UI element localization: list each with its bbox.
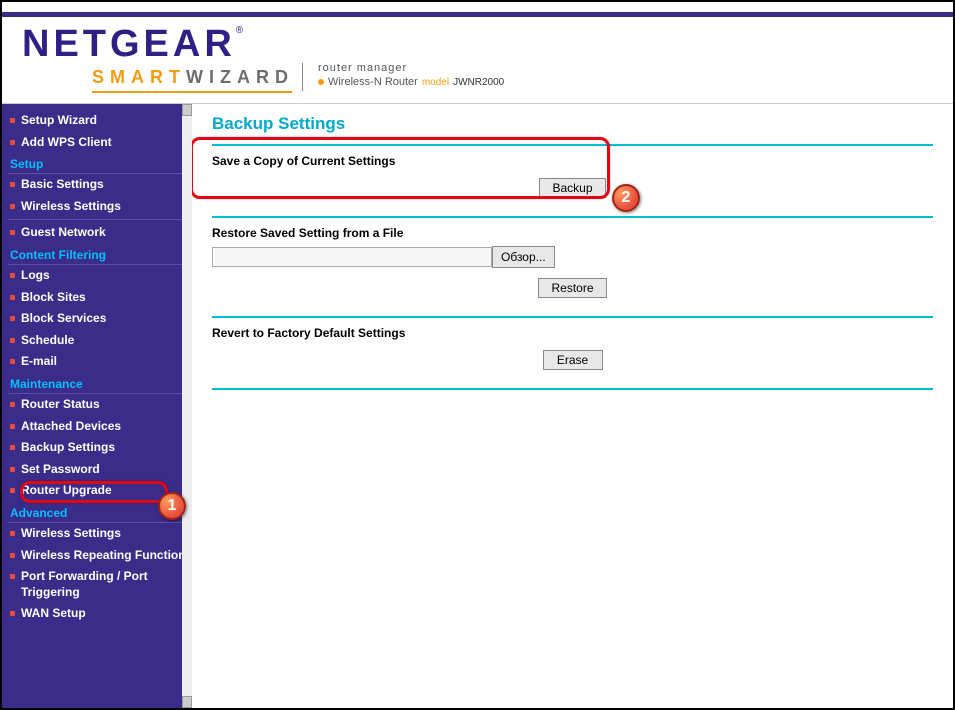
model-label: model (422, 77, 449, 88)
divider (212, 216, 933, 218)
section-title-revert: Revert to Factory Default Settings (212, 326, 933, 340)
sidebar-item-label: E-mail (21, 354, 57, 370)
sidebar-heading-setup: Setup (8, 153, 192, 174)
section-restore: Restore Saved Setting from a File Обзор.… (212, 226, 933, 308)
header-subtitle: router manager (318, 62, 504, 74)
browse-button[interactable]: Обзор... (492, 246, 555, 268)
bullet-icon (10, 140, 15, 145)
bullet-icon (10, 359, 15, 364)
netgear-logo: NETGEAR® (22, 25, 243, 63)
sidebar-item-email[interactable]: E-mail (8, 351, 192, 373)
sidebar-item-label: Wireless Repeating Function (21, 548, 186, 564)
sidebar-item-label: Basic Settings (21, 177, 104, 193)
file-path-input[interactable] (212, 247, 492, 267)
sidebar-item-label: Attached Devices (21, 419, 121, 435)
model-name: JWNR2000 (453, 77, 504, 88)
sidebar-item-wan-setup[interactable]: WAN Setup (8, 603, 192, 625)
section-title-save: Save a Copy of Current Settings (212, 154, 933, 168)
bullet-icon (10, 424, 15, 429)
backup-button[interactable]: Backup (539, 178, 605, 198)
page-title: Backup Settings (212, 114, 933, 134)
sidebar-item-label: Port Forwarding / Port Triggering (21, 569, 192, 600)
sidebar-item-wireless-repeating[interactable]: Wireless Repeating Function (8, 545, 192, 567)
sidebar-item-router-upgrade[interactable]: Router Upgrade (8, 480, 192, 502)
bullet-icon (10, 118, 15, 123)
bullet-icon (10, 467, 15, 472)
sidebar-item-block-services[interactable]: Block Services (8, 308, 192, 330)
sidebar-item-label: Add WPS Client (21, 135, 112, 151)
erase-button[interactable]: Erase (543, 350, 603, 370)
bullet-icon (10, 230, 15, 235)
bullet-icon (10, 338, 15, 343)
scroll-down-icon[interactable] (182, 696, 192, 708)
sidebar-item-label: Schedule (21, 333, 74, 349)
smart-text: SMART (92, 67, 186, 88)
content-area: Backup Settings Save a Copy of Current S… (192, 104, 953, 708)
sidebar-scrollbar[interactable] (182, 104, 192, 708)
sidebar-item-label: Block Sites (21, 290, 86, 306)
sidebar-item-label: Router Status (21, 397, 100, 413)
sidebar-item-label: Guest Network (21, 225, 106, 241)
bullet-icon (10, 295, 15, 300)
divider (8, 219, 192, 220)
bullet-icon (10, 182, 15, 187)
bullet-icon (10, 402, 15, 407)
sidebar-item-label: Wireless Settings (21, 199, 121, 215)
bullet-icon (10, 553, 15, 558)
sidebar-item-port-forwarding[interactable]: Port Forwarding / Port Triggering (8, 566, 192, 603)
sidebar-item-router-status[interactable]: Router Status (8, 394, 192, 416)
sidebar-item-label: Block Services (21, 311, 106, 327)
bullet-icon (10, 204, 15, 209)
sidebar-heading-advanced: Advanced (8, 502, 192, 523)
sidebar-item-backup-settings[interactable]: Backup Settings (8, 437, 192, 459)
sidebar-item-logs[interactable]: Logs (8, 265, 192, 287)
bullet-icon (10, 445, 15, 450)
divider (212, 144, 933, 146)
sidebar-item-basic-settings[interactable]: Basic Settings (8, 174, 192, 196)
header: NETGEAR® SMARTWIZARD router manager Wire… (2, 17, 953, 103)
sidebar-item-label: Wireless Settings (21, 526, 121, 542)
sidebar-item-attached-devices[interactable]: Attached Devices (8, 416, 192, 438)
sidebar-item-label: WAN Setup (21, 606, 86, 622)
router-type: Wireless-N Router (328, 76, 418, 88)
divider (212, 388, 933, 390)
sidebar: Setup Wizard Add WPS Client Setup Basic … (2, 104, 192, 708)
divider (212, 316, 933, 318)
bullet-icon (10, 316, 15, 321)
sidebar-item-label: Set Password (21, 462, 100, 478)
restore-button[interactable]: Restore (538, 278, 606, 298)
sidebar-item-schedule[interactable]: Schedule (8, 330, 192, 352)
sidebar-item-label: Backup Settings (21, 440, 115, 456)
sidebar-item-add-wps-client[interactable]: Add WPS Client (8, 132, 192, 154)
wizard-text: WIZARD (186, 67, 294, 88)
registered-icon: ® (236, 25, 243, 36)
bullet-icon (10, 273, 15, 278)
bullet-icon (10, 574, 15, 579)
sidebar-item-wireless-settings[interactable]: Wireless Settings (8, 196, 192, 218)
scroll-up-icon[interactable] (182, 104, 192, 116)
bullet-icon (10, 488, 15, 493)
bullet-icon (10, 531, 15, 536)
top-white-stripe (2, 2, 953, 12)
bullet-icon (318, 79, 324, 85)
section-title-restore: Restore Saved Setting from a File (212, 226, 933, 240)
sidebar-item-set-password[interactable]: Set Password (8, 459, 192, 481)
sidebar-item-setup-wizard[interactable]: Setup Wizard (8, 110, 192, 132)
sidebar-item-guest-network[interactable]: Guest Network (8, 222, 192, 244)
section-revert: Revert to Factory Default Settings Erase (212, 326, 933, 380)
sidebar-heading-content-filtering: Content Filtering (8, 244, 192, 265)
sidebar-item-label: Logs (21, 268, 50, 284)
sidebar-item-block-sites[interactable]: Block Sites (8, 287, 192, 309)
section-save-copy: Save a Copy of Current Settings Backup (212, 154, 933, 208)
bullet-icon (10, 611, 15, 616)
sidebar-item-label: Setup Wizard (21, 113, 97, 129)
header-underline (92, 91, 292, 93)
sidebar-item-adv-wireless-settings[interactable]: Wireless Settings (8, 523, 192, 545)
sidebar-item-label: Router Upgrade (21, 483, 112, 499)
sidebar-heading-maintenance: Maintenance (8, 373, 192, 394)
